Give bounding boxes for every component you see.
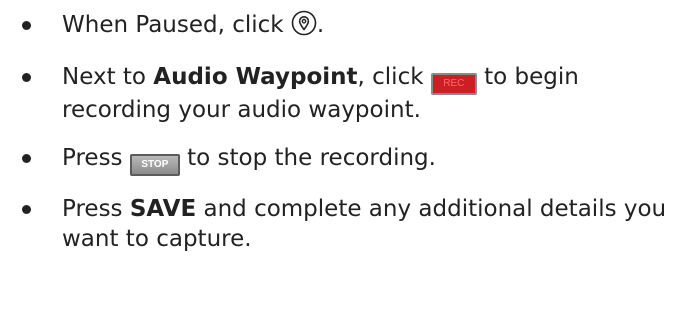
bullet [22, 154, 31, 163]
bullet [22, 73, 31, 82]
step3-text-after: to stop the recording. [179, 145, 436, 171]
rec-button: REC [430, 73, 477, 95]
step-press-save: Press SAVE and complete any additional d… [22, 194, 672, 254]
save-label: SAVE [129, 196, 197, 222]
step1-text-after: . [316, 12, 325, 38]
step-audio-waypoint-rec: Next to Audio Waypoint, click REC to beg… [22, 62, 672, 125]
step4-text-before: Press [62, 196, 130, 222]
bullet [22, 21, 31, 30]
location-pin-icon [291, 10, 317, 44]
step3-text-before: Press [62, 145, 130, 171]
stop-button: STOP [129, 154, 180, 176]
step1-text-before: When Paused, click [62, 12, 291, 38]
step2-text-middle: , click [357, 64, 431, 90]
step-paused-click-pin: When Paused, click . [22, 10, 672, 44]
instruction-list: When Paused, click . Next to Audio Waypo… [22, 10, 672, 254]
bullet [22, 205, 31, 214]
step-press-stop: Press STOP to stop the recording. [22, 143, 672, 176]
audio-waypoint-label: Audio Waypoint [153, 64, 358, 90]
step2-text-before: Next to [62, 64, 154, 90]
